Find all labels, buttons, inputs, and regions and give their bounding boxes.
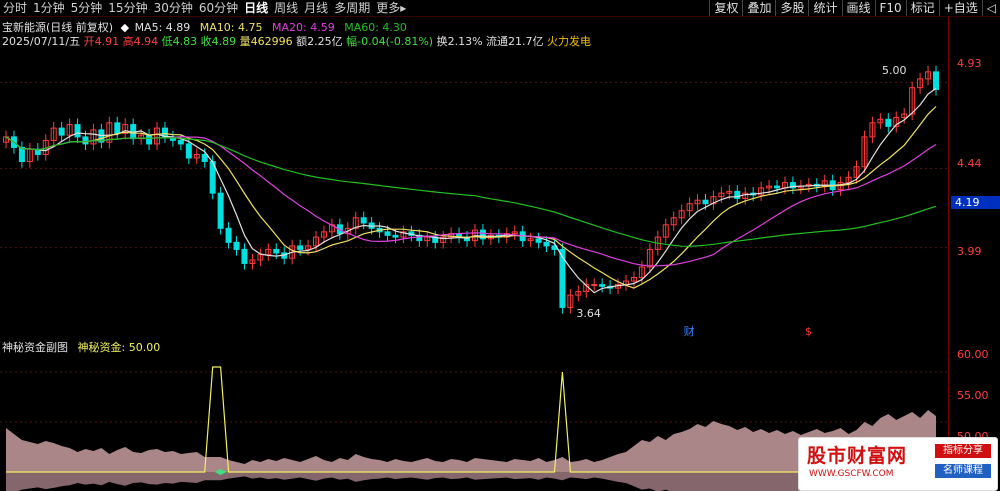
current-price-tag: 4.19 [951, 196, 1000, 209]
candle-body-23 [185, 143, 192, 159]
candle-body-9 [74, 124, 81, 138]
candle-body-7 [58, 127, 65, 136]
period-tab-0[interactable]: 分时 [0, 0, 30, 16]
site-watermark[interactable]: 股市财富网 WWW.GSCFW.COM 指标分享 名师课程 [798, 437, 998, 491]
dividend-marker: $ [805, 325, 812, 338]
axis-label-low: 3.99 [957, 245, 982, 258]
quote-low: 低4.83 [161, 35, 198, 48]
watermark-tag-indicators[interactable]: 指标分享 [935, 444, 991, 458]
candle-body-30 [241, 248, 248, 264]
quote-open: 开4.91 [83, 35, 120, 48]
candle-body-10 [82, 136, 89, 145]
candle-body-48 [384, 231, 391, 236]
tool-button-8[interactable]: ◁ [981, 0, 1000, 16]
quote-date: 2025/07/11/五 [2, 35, 81, 48]
candle-body-92 [734, 190, 741, 199]
low-price-label: 3.64 [576, 307, 601, 320]
ma60-line [5, 136, 937, 247]
candle-body-75 [599, 284, 606, 287]
candle-body-27 [217, 192, 224, 229]
candle-body-37 [297, 245, 304, 250]
quote-close: 收4.89 [200, 35, 237, 48]
finance-marker: 财 [684, 324, 695, 338]
sub-fill-lower [6, 472, 936, 491]
period-tab-10[interactable]: 更多▸ [373, 0, 409, 16]
period-toolbar: 分时 1分钟 5分钟 15分钟 30分钟 60分钟 日线 周线 月线 多周期 更多▸ 复权 叠加 多股统… [0, 0, 1000, 17]
sub-panel-header: 神秘资金副图 神秘资金: 50.00 [2, 339, 160, 355]
sub-axis-60: 60.00 [957, 348, 989, 361]
quote-amount: 额2.25亿 [296, 35, 343, 48]
candle-body-34 [273, 248, 280, 254]
candle-body-88 [702, 199, 709, 205]
tool-button-5[interactable]: F10 [874, 0, 906, 16]
watermark-tag-courses[interactable]: 名师课程 [935, 464, 991, 478]
sub-panel-title[interactable]: 神秘资金副图 [2, 341, 68, 354]
period-tab-2[interactable]: 5分钟 [68, 0, 106, 16]
quote-row: 2025/07/11/五 开4.91 高4.94 低4.83 收4.89 量46… [2, 33, 591, 49]
ma20-line [5, 135, 937, 267]
kline-chart[interactable]: 5.00 3.64 财 $ [0, 17, 948, 491]
candle-body-2 [18, 146, 25, 163]
watermark-title: 股市财富网 [807, 445, 908, 467]
candle-body-18 [146, 134, 153, 145]
sub-indicator-value: 神秘资金: 50.00 [77, 341, 161, 354]
candle-body-45 [360, 217, 367, 224]
candle-body-29 [233, 241, 240, 250]
candle-body-68 [543, 241, 550, 247]
period-tab-6[interactable]: 日线 [241, 0, 271, 16]
quote-float: 流通21.7亿 [486, 35, 544, 48]
period-tab-5[interactable]: 60分钟 [196, 0, 241, 16]
tool-button-7[interactable]: +自选 [938, 0, 982, 16]
period-tab-8[interactable]: 月线 [301, 0, 331, 16]
tool-button-1[interactable]: 叠加 [742, 0, 775, 16]
quote-high: 高4.94 [122, 35, 159, 48]
period-tab-9[interactable]: 多周期 [331, 0, 373, 16]
period-tab-3[interactable]: 15分钟 [105, 0, 150, 16]
candle-body-111 [885, 118, 892, 127]
quote-change: 幅-0.04(-0.81%) [346, 35, 434, 48]
concept-tag[interactable]: 火力发电 [547, 35, 591, 48]
period-tab-7[interactable]: 周线 [271, 0, 301, 16]
candle-body-67 [535, 238, 542, 243]
tool-button-4[interactable]: 画线 [841, 0, 875, 16]
axis-label-mid: 4.44 [957, 157, 982, 170]
ma10-line [5, 106, 937, 289]
candle-body-14 [114, 122, 121, 134]
tool-button-3[interactable]: 统计 [808, 0, 841, 16]
candle-body-25 [201, 153, 208, 163]
price-axis: 4.93 4.44 3.99 4.19 60.00 55.00 50.00 [948, 17, 1000, 491]
tool-buttons: 复权 叠加 多股 统计 画线 F10 标记 +自选 ◁ [709, 0, 1000, 16]
candle-body-97 [774, 185, 781, 189]
candle-body-28 [225, 227, 232, 243]
tool-button-0[interactable]: 复权 [709, 0, 742, 16]
period-tab-1[interactable]: 1分钟 [30, 0, 68, 16]
sub-axis-55: 55.00 [957, 389, 989, 402]
candle-body-22 [177, 139, 184, 145]
candle-body-70 [559, 248, 566, 308]
quote-turnover: 换2.13% [436, 35, 483, 48]
quote-volume: 量462996 [239, 35, 293, 48]
axis-label-top: 4.93 [957, 57, 982, 70]
high-price-label: 5.00 [882, 64, 907, 77]
candle-body-117 [933, 71, 939, 90]
tool-button-6[interactable]: 标记 [905, 0, 939, 16]
candle-body-49 [392, 234, 399, 238]
candle-body-74 [591, 284, 598, 287]
tool-button-2[interactable]: 多股 [775, 0, 808, 16]
watermark-url: WWW.GSCFW.COM [809, 469, 894, 479]
period-tab-4[interactable]: 30分钟 [151, 0, 196, 16]
sub-fill-upper [6, 410, 936, 472]
